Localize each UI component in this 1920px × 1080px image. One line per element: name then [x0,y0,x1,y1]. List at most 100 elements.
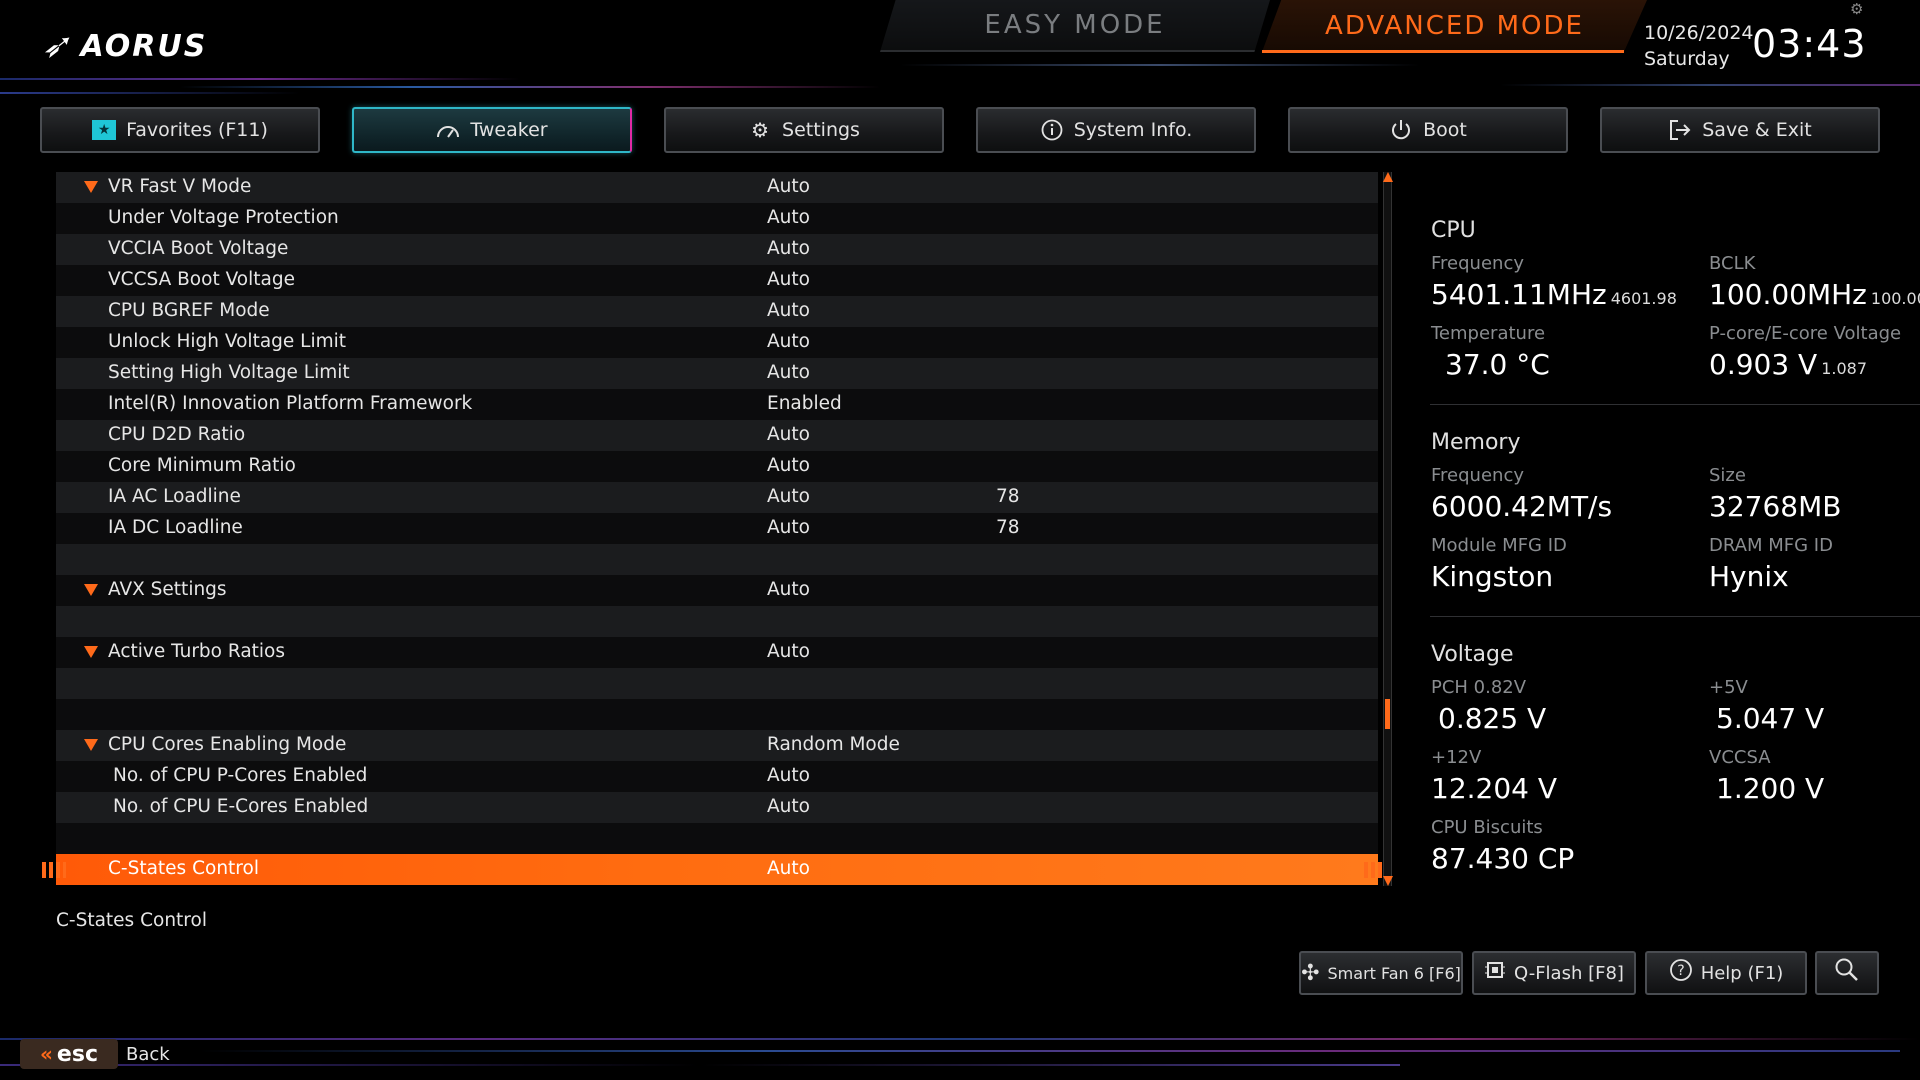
setting-value[interactable]: Auto [767,362,810,383]
setting-row[interactable]: CPU Cores Enabling Mode Random Mode [56,730,1378,761]
setting-row[interactable]: Intel(R) Innovation Platform Framework En… [56,389,1378,420]
setting-row[interactable]: VR Fast V Mode Auto [56,172,1378,203]
setting-value[interactable]: Auto [767,796,810,817]
setting-name: CPU Cores Enabling Mode [108,734,347,755]
setting-value[interactable]: Auto [767,207,810,228]
setting-row[interactable]: Under Voltage Protection Auto [56,203,1378,234]
advanced-mode-button[interactable]: ADVANCED MODE [1262,0,1647,52]
module-mfg-label: Module MFG ID [1431,535,1567,556]
setting-name: Under Voltage Protection [108,207,339,228]
smart-fan-label: Smart Fan 6 [F6] [1327,963,1461,983]
setting-row[interactable]: VCCIA Boot Voltage Auto [56,234,1378,265]
cpu-temperature-value: 37.0 °C [1445,348,1550,381]
exit-icon [1668,118,1692,142]
q-flash-button[interactable]: Q-Flash [F8] [1472,951,1636,995]
setting-value[interactable]: Auto [767,424,810,445]
esc-key[interactable]: « esc [20,1039,118,1069]
setting-name: AVX Settings [108,579,227,600]
setting-row[interactable]: Active Turbo Ratios Auto [56,637,1378,668]
setting-row[interactable]: Setting High Voltage Limit Auto [56,358,1378,389]
vccsa-value: 1.200 V [1716,772,1825,805]
scroll-up-arrow-icon[interactable] [1383,172,1393,182]
panel-divider [1430,404,1920,405]
clock: 03:43 [1752,22,1867,66]
setting-value[interactable]: Auto [767,517,810,538]
setting-name: VR Fast V Mode [108,176,252,197]
expand-arrow-icon[interactable] [84,739,98,751]
tab-label: System Info. [1073,119,1193,141]
tab-save-exit[interactable]: Save & Exit [1600,107,1880,153]
setting-row[interactable]: CPU BGREF Mode Auto [56,296,1378,327]
setting-row[interactable]: AVX Settings Auto [56,575,1378,606]
setting-value[interactable]: Auto [767,579,810,600]
expand-arrow-icon[interactable] [84,181,98,193]
scroll-down-arrow-icon[interactable] [1383,876,1393,886]
setting-value[interactable]: Auto [767,641,810,662]
date-display: 10/26/2024 Saturday [1644,20,1754,72]
setting-value[interactable]: Auto [767,238,810,259]
setting-row[interactable]: No. of CPU P-Cores Enabled Auto [56,761,1378,792]
cpu-frequency-main: 5401.11MHz [1431,278,1607,311]
scrollbar-thumb[interactable] [1385,699,1390,729]
setting-value[interactable]: Random Mode [767,734,900,755]
setting-row[interactable]: Core Minimum Ratio Auto [56,451,1378,482]
eagle-icon: ➶ [38,26,80,66]
pch-voltage-label: PCH 0.82V [1431,677,1527,698]
setting-value[interactable]: Auto [767,486,810,507]
setting-name: Core Minimum Ratio [108,455,296,476]
empty-row [56,606,1378,637]
mini-gear-icon[interactable]: ⚙ [1850,0,1863,18]
search-button[interactable] [1815,951,1879,995]
setting-name: VCCIA Boot Voltage [108,238,289,259]
cpu-frequency-label: Frequency [1431,253,1524,274]
setting-value[interactable]: Enabled [767,393,842,414]
setting-value[interactable]: Auto [767,858,810,879]
panel-divider [1430,616,1920,617]
setting-value[interactable]: Auto [767,455,810,476]
info-icon [1040,118,1064,142]
setting-value[interactable]: Auto [767,269,810,290]
tab-settings[interactable]: ⚙ Settings [664,107,944,153]
tab-label: Settings [782,119,860,141]
memory-section-title: Memory [1431,430,1521,455]
setting-row[interactable]: VCCSA Boot Voltage Auto [56,265,1378,296]
item-help-text: C-States Control [56,910,207,931]
memory-size-label: Size [1709,465,1746,486]
setting-name: No. of CPU P-Cores Enabled [113,765,368,786]
esc-back-control[interactable]: « esc Back [20,1039,170,1069]
tab-tweaker[interactable]: Tweaker [352,107,632,153]
setting-name: IA AC Loadline [108,486,241,507]
setting-row[interactable]: IA DC Loadline Auto 78 [56,513,1378,544]
12v-label: +12V [1431,747,1482,768]
empty-row [56,544,1378,575]
setting-value[interactable]: Auto [767,176,810,197]
setting-row[interactable]: No. of CPU E-Cores Enabled Auto [56,792,1378,823]
setting-row[interactable]: CPU D2D Ratio Auto [56,420,1378,451]
tab-favorites[interactable]: ★ Favorites (F11) [40,107,320,153]
help-button[interactable]: ? Help (F1) [1645,951,1807,995]
setting-value[interactable]: Auto [767,765,810,786]
setting-value[interactable]: Auto [767,331,810,352]
tab-system-info[interactable]: System Info. [976,107,1256,153]
setting-row[interactable]: Unlock High Voltage Limit Auto [56,327,1378,358]
power-icon [1389,118,1413,142]
setting-name: CPU BGREF Mode [108,300,270,321]
gear-icon: ⚙ [751,118,769,142]
setting-name: IA DC Loadline [108,517,243,538]
expand-arrow-icon[interactable] [84,584,98,596]
module-mfg-value: Kingston [1431,560,1554,593]
setting-row[interactable]: IA AC Loadline Auto 78 [56,482,1378,513]
double-chevron-left-icon: « [40,1042,53,1066]
setting-value[interactable]: Auto [767,300,810,321]
tab-boot[interactable]: Boot [1288,107,1568,153]
core-voltage-label: P-core/E-core Voltage [1709,323,1902,344]
scrollbar[interactable] [1383,172,1393,886]
expand-arrow-icon[interactable] [84,646,98,658]
setting-row[interactable]: C-States Control Auto [42,854,1392,885]
cpu-frequency-sub: 4601.98 [1610,289,1677,308]
help-icon: ? [1669,958,1693,988]
smart-fan-button[interactable]: ✣ Smart Fan 6 [F6] [1299,951,1463,995]
empty-row [56,823,1378,854]
esc-label: esc [56,1041,98,1067]
easy-mode-button[interactable]: EASY MODE [880,0,1270,52]
